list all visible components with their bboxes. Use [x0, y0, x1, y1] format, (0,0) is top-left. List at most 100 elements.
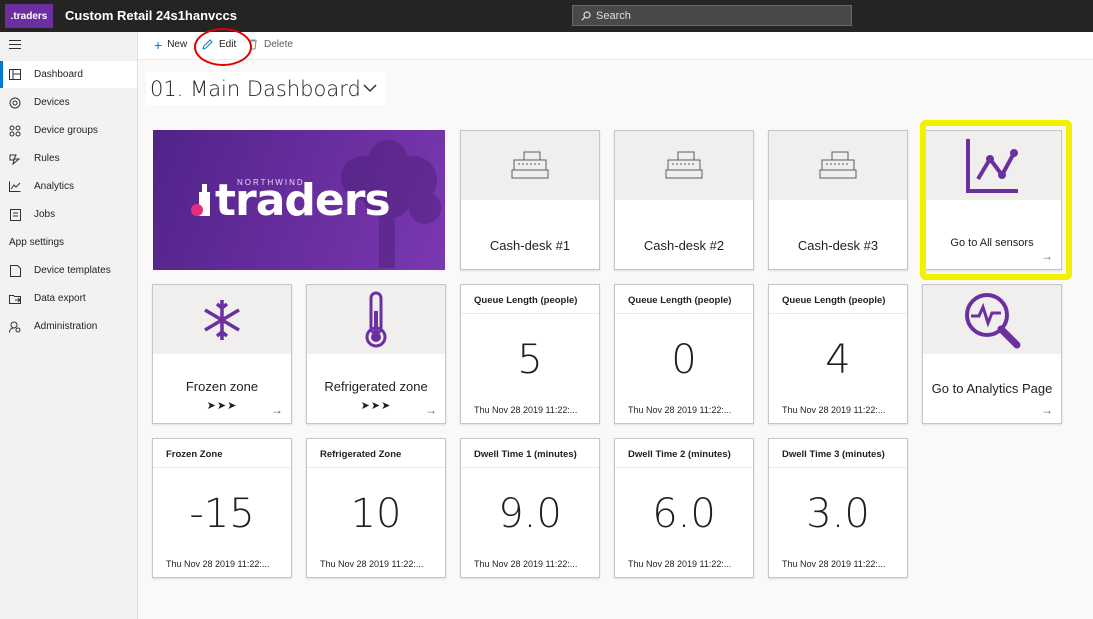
arrow-right-icon: →	[425, 403, 437, 417]
kpi-title: Refrigerated Zone	[320, 449, 402, 460]
device-templates-icon	[8, 264, 22, 278]
sidebar-item-label: Devices	[34, 97, 70, 108]
kpi-value: 4	[825, 337, 851, 383]
kpi-timestamp: Thu Nov 28 2019 11:22:...	[474, 405, 578, 415]
data-export-icon	[8, 292, 22, 306]
app-title: Custom Retail 24s1hanvccs	[65, 8, 237, 23]
sidebar-item-device-groups[interactable]: Device groups	[0, 117, 137, 144]
tile-cash-desk-1[interactable]: Cash-desk #1	[460, 130, 600, 270]
kpi-value: 6.0	[652, 491, 716, 537]
delete-button-label: Delete	[264, 39, 293, 50]
rules-icon	[8, 152, 22, 166]
arrow-right-icon: →	[1041, 403, 1053, 417]
kpi-title: Dwell Time 1 (minutes)	[474, 449, 577, 460]
kpi-timestamp: Thu Nov 28 2019 11:22:...	[628, 559, 732, 569]
cash-register-icon	[615, 131, 753, 200]
sidebar-item-analytics[interactable]: Analytics	[0, 173, 137, 200]
sidebar-section-header: App settings	[9, 237, 65, 248]
sidebar-item-device-templates[interactable]: Device templates	[0, 257, 137, 284]
kpi-value: 0	[671, 337, 697, 383]
kpi-tile-refrigerated-zone: Refrigerated Zone 10 Thu Nov 28 2019 11:…	[306, 438, 446, 578]
tile-label: Refrigerated zone	[324, 379, 428, 394]
devices-icon	[8, 96, 22, 110]
administration-icon	[8, 320, 22, 334]
cash-register-icon	[769, 131, 907, 200]
top-bar: .traders Custom Retail 24s1hanvccs Searc…	[0, 0, 1093, 32]
sidebar-item-label: Data export	[34, 293, 86, 304]
tile-label: Cash-desk #1	[489, 238, 571, 253]
tile-refrigerated-zone[interactable]: Refrigerated zone ➤➤➤ →	[306, 284, 446, 424]
device-groups-icon	[8, 124, 22, 138]
kpi-timestamp: Thu Nov 28 2019 11:22:...	[782, 405, 886, 415]
snowflake-icon	[153, 285, 291, 354]
bottle-icon	[191, 184, 210, 216]
sidebar-item-label: Device groups	[34, 125, 98, 136]
dashboard-title: 01. Main Dashboard	[150, 76, 361, 101]
jobs-icon	[8, 208, 22, 222]
kpi-value: 5	[517, 337, 543, 383]
kpi-timestamp: Thu Nov 28 2019 11:22:...	[628, 405, 732, 415]
hamburger-menu-icon[interactable]	[9, 40, 21, 50]
chevron-down-icon	[363, 84, 377, 93]
search-icon	[581, 10, 591, 21]
sidebar-item-label: Administration	[34, 321, 98, 332]
kpi-value: 3.0	[806, 491, 870, 537]
app-logo[interactable]: .traders	[5, 4, 53, 28]
tile-go-to-analytics[interactable]: Go to Analytics Page →	[922, 284, 1062, 424]
sensors-annotation-highlight	[920, 120, 1072, 280]
kpi-timestamp: Thu Nov 28 2019 11:22:...	[320, 559, 424, 569]
tile-frozen-zone[interactable]: Frozen zone ➤➤➤ →	[152, 284, 292, 424]
northwind-traders-banner: NORTHWIND traders	[153, 130, 445, 270]
command-bar: + New Edit Delete	[138, 32, 1093, 60]
analytics-icon	[8, 180, 22, 194]
kpi-tile-queue-1: Queue Length (people) 5 Thu Nov 28 2019 …	[460, 284, 600, 424]
banner-traders-text: traders	[215, 175, 391, 226]
kpi-timestamp: Thu Nov 28 2019 11:22:...	[474, 559, 578, 569]
sidebar-item-label: Dashboard	[34, 69, 83, 80]
tile-label: Cash-desk #3	[797, 238, 879, 253]
kpi-value: -15	[189, 491, 255, 537]
search-input[interactable]: Search	[572, 5, 852, 26]
thermometer-icon	[307, 285, 445, 354]
magnifier-pulse-icon	[923, 285, 1061, 354]
kpi-timestamp: Thu Nov 28 2019 11:22:...	[782, 559, 886, 569]
dashboard-selector[interactable]: 01. Main Dashboard	[146, 72, 386, 105]
sidebar-item-rules[interactable]: Rules	[0, 145, 137, 172]
sidebar-item-data-export[interactable]: Data export	[0, 285, 137, 312]
sidebar-item-label: Jobs	[34, 209, 56, 220]
tile-label: Go to Analytics Page	[931, 381, 1053, 396]
plus-icon: +	[154, 36, 163, 53]
new-button-label: New	[167, 39, 188, 50]
edit-annotation-circle	[194, 28, 252, 66]
sidebar-item-label: Analytics	[34, 181, 75, 192]
kpi-timestamp: Thu Nov 28 2019 11:22:...	[166, 559, 270, 569]
tile-cash-desk-2[interactable]: Cash-desk #2	[614, 130, 754, 270]
kpi-tile-dwell-time-2: Dwell Time 2 (minutes) 6.0 Thu Nov 28 20…	[614, 438, 754, 578]
search-placeholder: Search	[596, 9, 631, 22]
kpi-value: 9.0	[498, 491, 562, 537]
kpi-title: Frozen Zone	[166, 449, 223, 460]
sidebar-item-label: Device templates	[34, 265, 111, 276]
kpi-title: Queue Length (people)	[782, 295, 886, 306]
kpi-tile-dwell-time-3: Dwell Time 3 (minutes) 3.0 Thu Nov 28 20…	[768, 438, 908, 578]
kpi-tile-frozen-zone: Frozen Zone -15 Thu Nov 28 2019 11:22:..…	[152, 438, 292, 578]
tile-label: Frozen zone	[185, 379, 259, 394]
kpi-tile-dwell-time-1: Dwell Time 1 (minutes) 9.0 Thu Nov 28 20…	[460, 438, 600, 578]
arrow-right-icon: →	[271, 403, 283, 417]
kpi-title: Queue Length (people)	[628, 295, 732, 306]
tile-label: Cash-desk #2	[643, 238, 725, 253]
sidebar-item-dashboard[interactable]: Dashboard	[0, 61, 137, 88]
kpi-title: Queue Length (people)	[474, 295, 578, 306]
sidebar: Dashboard Devices Device groups Rules An…	[0, 32, 138, 619]
sidebar-item-jobs[interactable]: Jobs	[0, 201, 137, 228]
cash-register-icon	[461, 131, 599, 200]
sidebar-item-administration[interactable]: Administration	[0, 313, 137, 340]
dashboard-icon	[8, 68, 22, 82]
new-button[interactable]: + New	[154, 36, 188, 53]
kpi-title: Dwell Time 3 (minutes)	[782, 449, 885, 460]
kpi-tile-queue-2: Queue Length (people) 0 Thu Nov 28 2019 …	[614, 284, 754, 424]
delete-button[interactable]: Delete	[248, 39, 293, 50]
sidebar-item-devices[interactable]: Devices	[0, 89, 137, 116]
kpi-value: 10	[350, 491, 402, 537]
tile-cash-desk-3[interactable]: Cash-desk #3	[768, 130, 908, 270]
